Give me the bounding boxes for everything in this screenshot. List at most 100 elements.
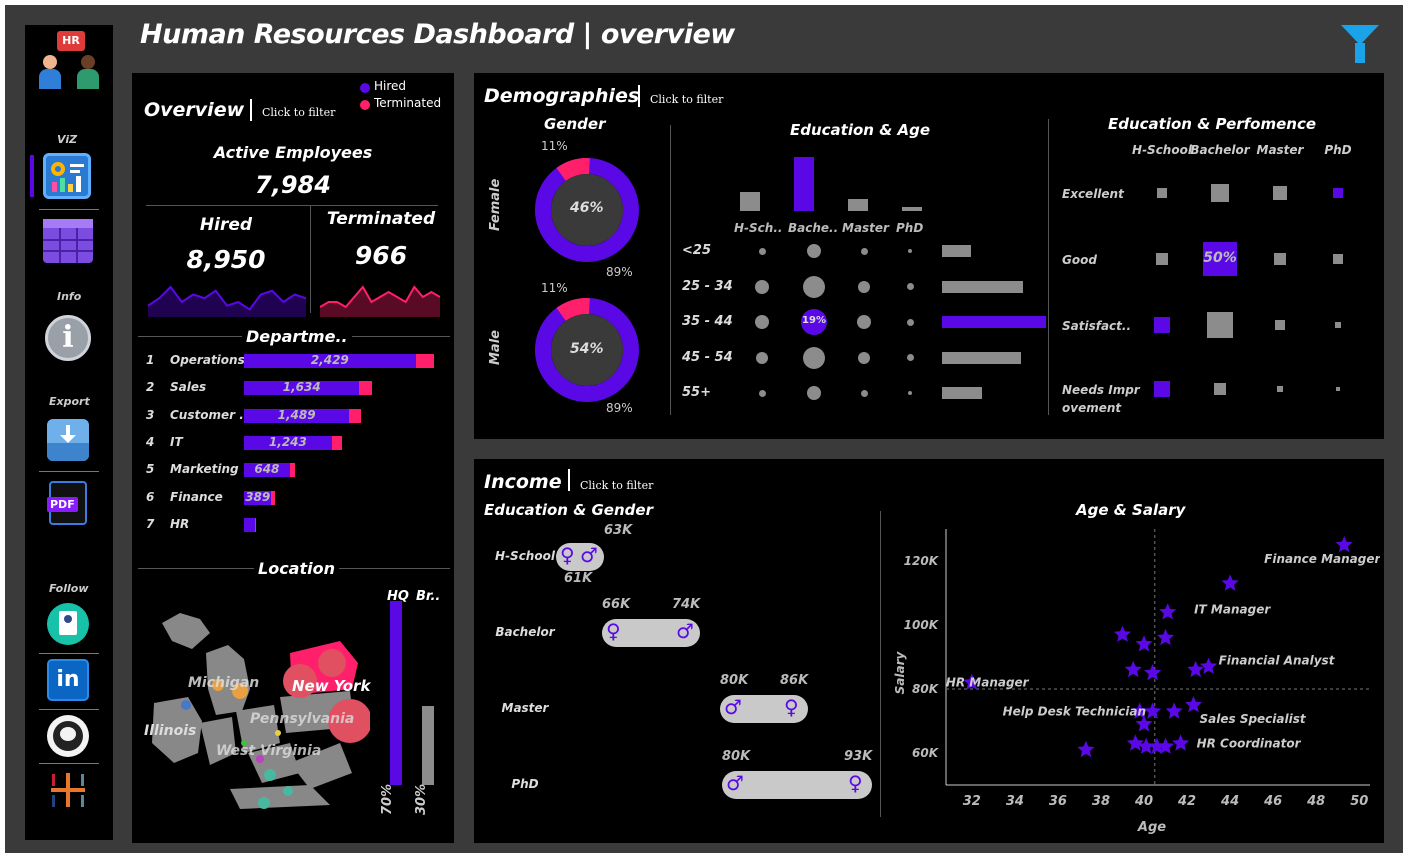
dept-terminated-bar[interactable] <box>254 517 256 532</box>
income-click-filter[interactable]: Click to filter <box>580 479 653 492</box>
age-bubble[interactable] <box>758 389 766 397</box>
hired-trend-sparkline <box>148 285 306 317</box>
age-bubble[interactable] <box>908 391 912 395</box>
dept-name[interactable]: Customer .. <box>170 408 248 422</box>
age-bubble[interactable] <box>906 283 914 290</box>
age-salary-title: Age & Salary <box>1076 501 1186 519</box>
performance-square[interactable] <box>1333 254 1343 264</box>
x-tick-label: 46 <box>1263 794 1282 809</box>
age-salary-scatter[interactable]: 32 34 36 38 40 42 44 46 48 50 60K 80K 100K 120K Age Sal… <box>884 519 1380 839</box>
performance-square[interactable] <box>1335 322 1341 328</box>
performance-row-label: Good <box>1062 253 1097 267</box>
age-bubble[interactable] <box>803 346 825 369</box>
performance-square[interactable] <box>1157 188 1167 198</box>
state-label-pennsylvania: Pennsylvania <box>250 711 355 727</box>
dept-name[interactable]: IT <box>170 435 183 449</box>
age-bubble[interactable] <box>755 279 769 294</box>
performance-square[interactable] <box>1336 387 1340 391</box>
dept-terminated-bar[interactable] <box>271 490 275 505</box>
age-bubble[interactable] <box>906 318 914 326</box>
legend-terminated-label: Terminated <box>374 96 442 110</box>
performance-square[interactable] <box>1156 253 1168 265</box>
performance-square[interactable] <box>1274 253 1286 265</box>
dept-name[interactable]: HR <box>170 517 189 531</box>
age-bubble[interactable] <box>858 280 870 293</box>
dashboard-icon[interactable] <box>43 153 91 199</box>
branch-bar[interactable] <box>422 706 434 785</box>
dept-terminated-bar[interactable] <box>415 354 434 368</box>
github-icon[interactable] <box>47 715 89 757</box>
hq-bar[interactable] <box>390 601 402 785</box>
education-bar[interactable] <box>848 199 868 211</box>
dept-terminated-bar[interactable] <box>349 408 361 423</box>
dept-name[interactable]: Sales <box>170 380 206 394</box>
age-bar[interactable] <box>942 387 982 399</box>
dept-hired-bar[interactable] <box>244 517 255 532</box>
performance-square[interactable] <box>1277 386 1283 392</box>
scatter-star-point <box>1187 660 1205 678</box>
demographics-click-filter[interactable]: Click to filter <box>650 93 723 106</box>
tableau-icon[interactable] <box>47 769 89 811</box>
linkedin-icon[interactable]: in <box>47 659 89 701</box>
age-bubble[interactable] <box>807 386 821 400</box>
female-percent: 46% <box>570 200 604 216</box>
state-label-illinois: Illinois <box>144 723 197 739</box>
carolina-shape <box>230 785 330 809</box>
age-bubble[interactable] <box>860 389 868 397</box>
scatter-star-point <box>1157 628 1175 646</box>
age-bubble[interactable] <box>908 249 912 253</box>
female-terminated-pct: 11% <box>541 139 568 153</box>
income-panel: Income Click to filter Education & Gende… <box>474 459 1384 843</box>
age-bubble[interactable] <box>857 315 871 329</box>
us-states-map <box>152 613 372 809</box>
overview-click-filter[interactable]: Click to filter <box>262 106 335 119</box>
performance-square[interactable] <box>1154 317 1170 333</box>
y-tick-label: 100K <box>904 618 940 632</box>
age-bar[interactable] <box>942 316 1046 328</box>
performance-square[interactable] <box>1154 381 1170 397</box>
dept-name[interactable]: Marketing <box>170 462 239 476</box>
image-export-icon[interactable] <box>47 419 89 461</box>
age-bar[interactable] <box>942 351 1022 364</box>
age-bubble[interactable] <box>807 244 821 258</box>
age-bubble[interactable] <box>906 354 914 361</box>
dept-terminated-bar[interactable] <box>359 381 373 396</box>
state-label-west-virginia: West Virginia <box>216 743 322 759</box>
dept-name[interactable]: Finance <box>170 490 223 504</box>
age-bar[interactable] <box>942 245 972 257</box>
terminated-value: 966 <box>354 241 408 270</box>
education-bar[interactable] <box>740 192 760 211</box>
table-icon[interactable] <box>43 219 93 263</box>
performance-square[interactable] <box>1214 383 1226 395</box>
age-bar[interactable] <box>942 280 1024 293</box>
age-bubble[interactable] <box>756 351 768 364</box>
education-gender-dumbbells: H-School ♀ ♂ 63K 61K Bachelor ♀ ♂ 66K 74K Master ♂ ♀… <box>474 519 874 839</box>
dept-terminated-bar[interactable] <box>289 463 296 478</box>
education-labels: H-Sch.. Bache.. Master PhD <box>730 221 950 237</box>
age-bubble[interactable] <box>803 275 825 298</box>
dept-terminated-bar[interactable] <box>331 435 342 450</box>
performance-square[interactable] <box>1207 312 1233 338</box>
performance-square[interactable] <box>1333 188 1343 198</box>
age-bubble[interactable] <box>858 351 870 364</box>
dept-value: 648 <box>254 462 280 477</box>
performance-square[interactable] <box>1273 186 1287 200</box>
performance-square[interactable] <box>1211 184 1229 202</box>
dept-name[interactable]: Operations <box>170 353 245 367</box>
education-bar[interactable] <box>902 206 922 211</box>
age-group-label: 45 - 54 <box>682 349 733 365</box>
location-map[interactable]: Michigan New York Illinois Pennsylvania … <box>140 593 372 813</box>
performance-square[interactable] <box>1275 320 1285 330</box>
age-bubble[interactable] <box>758 247 766 255</box>
profile-icon[interactable] <box>47 603 89 645</box>
age-bubble[interactable] <box>755 315 769 329</box>
info-icon[interactable]: i <box>45 315 91 361</box>
income-high-label: 63K <box>604 523 633 538</box>
education-bar[interactable] <box>794 157 814 211</box>
pdf-export-icon[interactable]: PDF <box>47 481 87 525</box>
scatter-star-point <box>1165 702 1183 719</box>
age-bubble[interactable] <box>860 247 868 255</box>
active-employees-label: Active Employees <box>213 143 373 162</box>
filter-icon[interactable] <box>1341 25 1379 65</box>
education-age-grid: <25 25 - 34 35 - 44 19% 45 - 54 55+ <box>674 241 1054 421</box>
